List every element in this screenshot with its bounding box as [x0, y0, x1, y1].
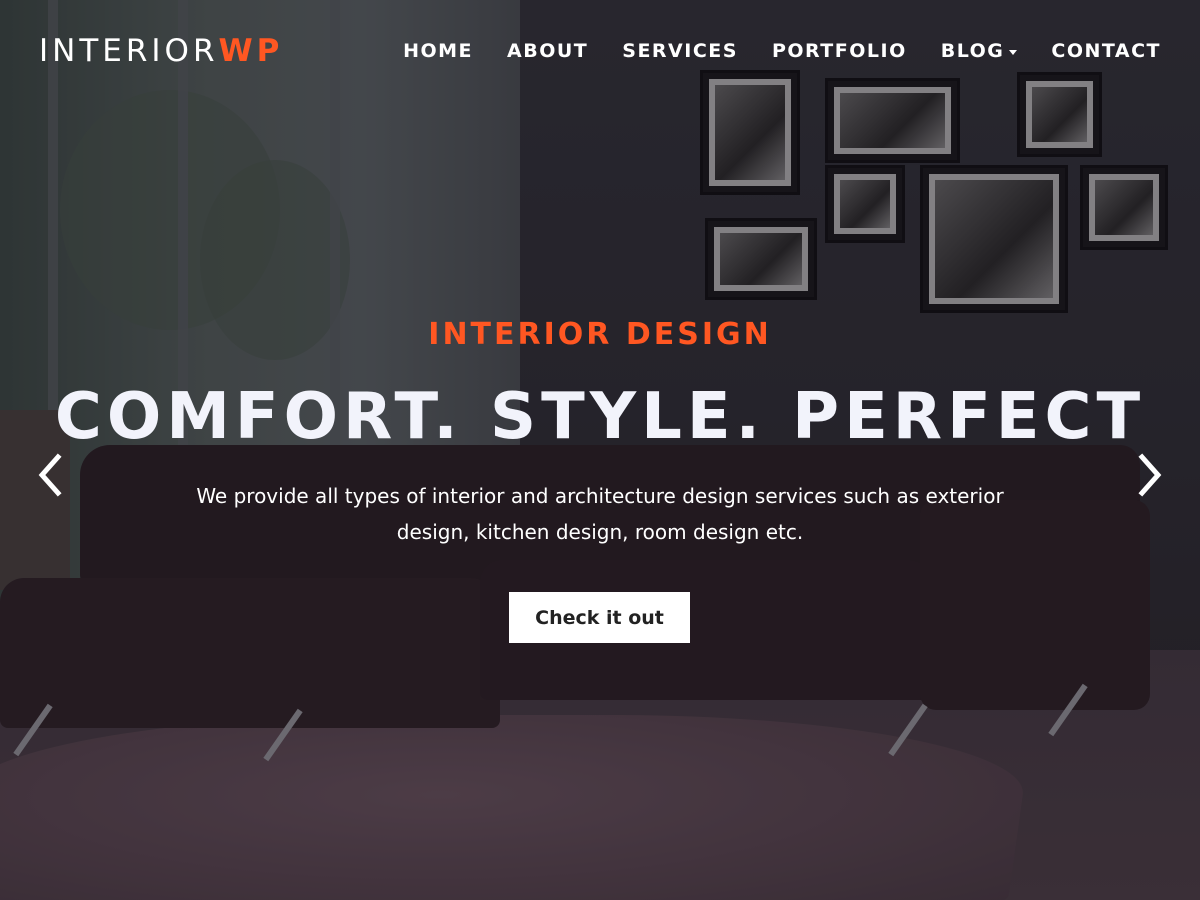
logo-text-accent: WP — [218, 33, 284, 69]
nav-item-blog-label: BLOG — [940, 40, 1005, 62]
site-logo[interactable]: INTERIORWP — [39, 31, 283, 71]
chevron-left-icon — [38, 453, 62, 497]
caret-down-icon — [1009, 50, 1018, 55]
nav-item-blog[interactable]: BLOG — [941, 38, 1018, 64]
nav-item-contact[interactable]: CONTACT — [1051, 38, 1161, 64]
hero-headline: COMFORT. STYLE. PERFECT — [54, 380, 1146, 454]
nav-item-services[interactable]: SERVICES — [622, 38, 738, 64]
hero-eyebrow: INTERIOR DESIGN — [428, 317, 772, 352]
hero-slider: INTERIORWP HOME ABOUT SERVICES PORTFOLIO… — [0, 0, 1200, 900]
chevron-right-icon — [1138, 453, 1162, 497]
logo-text-primary: INTERIOR — [39, 33, 219, 69]
slider-prev-button[interactable] — [30, 453, 70, 497]
slider-next-button[interactable] — [1130, 453, 1170, 497]
nav-item-about[interactable]: ABOUT — [507, 38, 588, 64]
hero-subtext: We provide all types of interior and arc… — [196, 484, 1004, 544]
nav-item-home[interactable]: HOME — [403, 38, 473, 64]
check-it-out-button[interactable]: Check it out — [509, 592, 690, 643]
main-nav: HOME ABOUT SERVICES PORTFOLIO BLOG CONTA… — [369, 38, 1161, 64]
nav-item-portfolio[interactable]: PORTFOLIO — [772, 38, 907, 64]
